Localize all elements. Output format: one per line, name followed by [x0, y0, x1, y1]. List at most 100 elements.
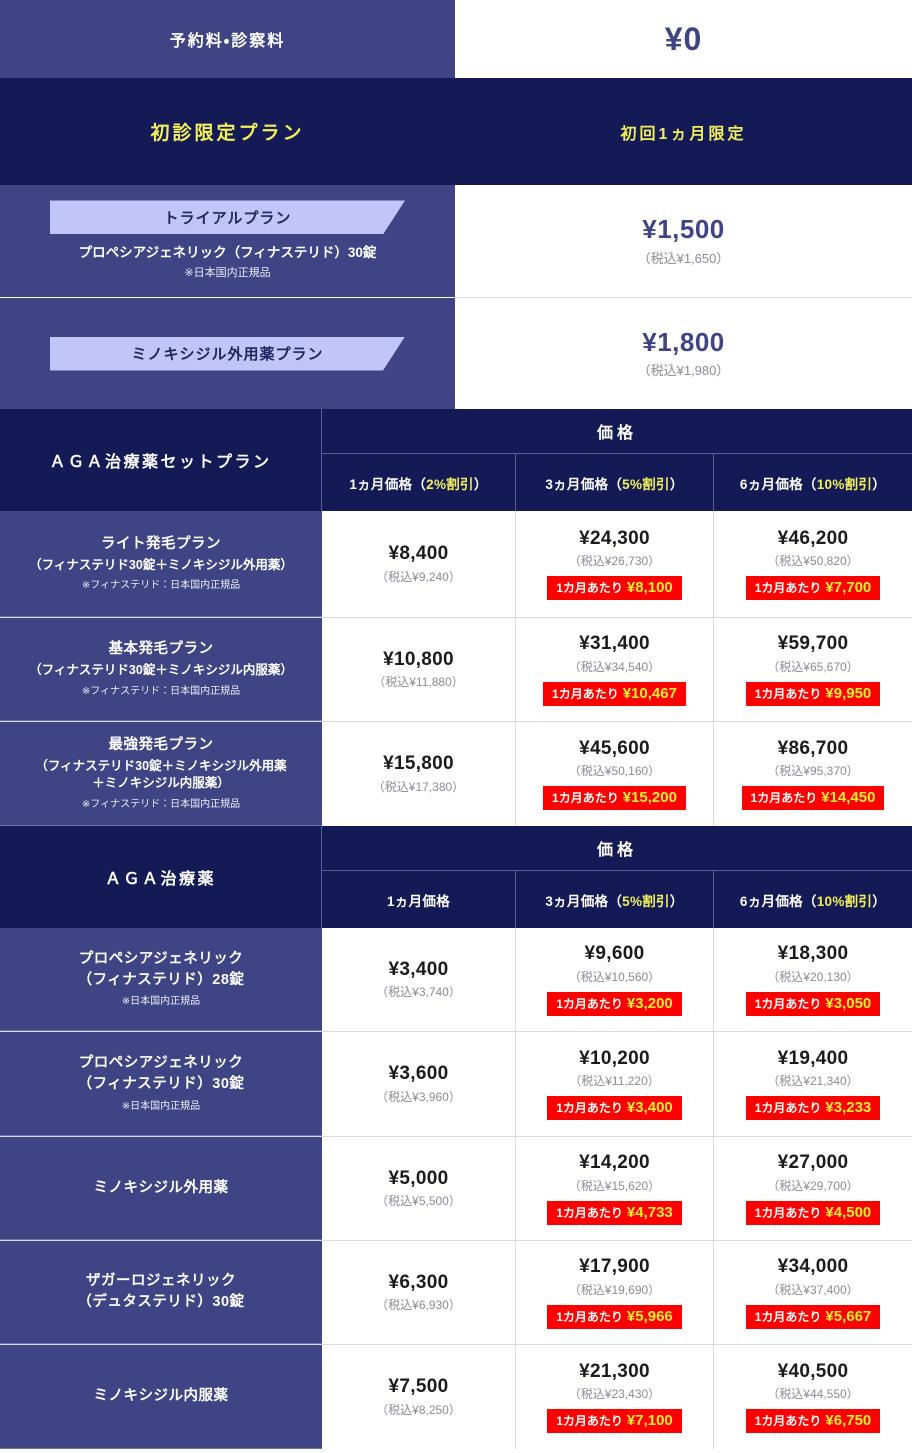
per-month-badge-value: ¥15,200 [622, 789, 677, 807]
set-plan-col-3month: 3ヵ月価格（ 5%割引） [516, 454, 714, 511]
price-cell: ¥17,900 （税込¥19,690） 1カ月あたり ¥5,966 [516, 1241, 714, 1344]
per-month-badge-label: 1カ月あたり [754, 1205, 822, 1220]
cell-price: ¥19,400 [777, 1047, 849, 1069]
cell-tax-included: （税込¥19,690） [568, 1282, 661, 1297]
table-row: ザガーロジェネリック （デュタステリド）30錠 ¥6,300 （税込¥6,930） ¥1… [0, 1241, 912, 1345]
cell-tax-included: （税込¥65,670） [767, 659, 859, 674]
set-plan-price-header-group: 価格 1ヵ月価格（ 2%割引） 3ヵ月価格（ 5%割引） 6ヵ月価格（ 10%割引） [322, 409, 912, 511]
cell-tax-included: （税込¥26,730） [568, 554, 661, 569]
set-plan-table-title: ＡＧＡ治療薬セットプラン [0, 409, 322, 511]
cell-tax-included: （税込¥50,820） [767, 554, 859, 569]
drug-col-6month-tail: ） [872, 893, 887, 909]
price-cell: ¥86,700 （税込¥95,370） 1カ月あたり ¥14,450 [714, 722, 912, 826]
minoxidil-topical-price: ¥1,800 [642, 326, 725, 357]
per-month-badge-value: ¥3,233 [825, 1099, 872, 1117]
drug-price-header-group: 価格 1ヵ月価格 3ヵ月価格（ 5%割引） 6ヵ月価格（ 10%割引） [322, 826, 912, 928]
cell-tax-included: （税込¥21,340） [767, 1074, 859, 1089]
cell-tax-included: （税込¥23,430） [568, 1387, 661, 1402]
per-month-badge-label: 1カ月あたり [750, 791, 818, 806]
per-month-badge: 1カ月あたり ¥7,100 [547, 1409, 682, 1434]
drug-col-6month-discount: 10%割引 [816, 893, 873, 909]
trial-plan-label-cell: トライアルプラン プロペシアジェネリック（フィナステリド）30錠 ※日本国内正規… [0, 185, 455, 297]
cell-price: ¥5,000 [388, 1167, 449, 1189]
table-row: ミノキシジル外用薬 ¥5,000 （税込¥5,500） ¥14,200 （税込¥15,6… [0, 1137, 912, 1241]
row-name-subtitle: （フィナステリド30錠＋ミノキシジル内服薬） [29, 663, 293, 678]
per-month-badge: 1カ月あたり ¥3,050 [745, 991, 881, 1016]
per-month-badge: 1カ月あたり ¥5,966 [547, 1304, 682, 1329]
cell-tax-included: （税込¥6,930） [376, 1298, 461, 1313]
per-month-badge-value: ¥7,700 [825, 579, 872, 597]
row-name-title: ザガーロジェネリック （デュタステリド）30錠 [77, 1273, 245, 1310]
per-month-badge: 1カ月あたり ¥14,450 [741, 786, 885, 811]
first-visit-value-header-cell: 初回1ヵ月限定 [455, 78, 912, 185]
cell-price: ¥3,600 [388, 1063, 449, 1085]
per-month-badge: 1カ月あたり ¥3,233 [745, 1096, 881, 1121]
per-month-badge: 1カ月あたり ¥8,100 [547, 576, 682, 601]
row-name-note: ※フィナステリド：日本国内正規品 [81, 580, 241, 592]
consultation-fee-label-cell: 予約料・診察料 [0, 0, 455, 78]
per-month-badge: 1カ月あたり ¥4,500 [745, 1200, 881, 1225]
per-month-badge-label: 1カ月あたり [754, 1101, 822, 1116]
per-month-badge-label: 1カ月あたり [556, 1205, 623, 1220]
row-name-cell: プロペシアジェネリック （フィナステリド）30錠 ※日本国内正規品 [0, 1032, 322, 1136]
cell-price: ¥17,900 [579, 1256, 650, 1278]
per-month-badge-label: 1カ月あたり [754, 581, 822, 596]
set-plan-column-headers: 1ヵ月価格（ 2%割引） 3ヵ月価格（ 5%割引） 6ヵ月価格（ 10%割引） [322, 454, 912, 511]
price-cell: ¥6,300 （税込¥6,930） [322, 1241, 516, 1344]
row-name-title: 最強発毛プラン [108, 737, 214, 754]
set-plan-col-1month: 1ヵ月価格（ 2%割引） [322, 454, 516, 511]
row-name-note: ※フィナステリド：日本国内正規品 [81, 798, 241, 810]
set-plan-col-6month: 6ヵ月価格（ 10%割引） [714, 454, 912, 511]
drug-table: ＡＧＡ治療薬 価格 1ヵ月価格 3ヵ月価格（ 5%割引） 6ヵ月価格（ 10%割引）… [0, 826, 912, 1449]
drug-col-3month-tail: ） [669, 893, 684, 909]
set-plan-price-header: 価格 [322, 409, 912, 454]
per-month-badge-value: ¥8,100 [626, 579, 673, 597]
price-cell: ¥19,400 （税込¥21,340） 1カ月あたり ¥3,233 [714, 1032, 912, 1136]
cell-price: ¥24,300 [579, 527, 650, 549]
per-month-badge: 1カ月あたり ¥15,200 [543, 786, 686, 811]
price-cell: ¥3,400 （税込¥3,740） [322, 928, 516, 1031]
cell-price: ¥18,300 [777, 943, 849, 965]
per-month-badge-label: 1カ月あたり [556, 996, 623, 1011]
row-name-cell: ミノキシジル内服薬 [0, 1345, 322, 1449]
table-row: プロペシアジェネリック （フィナステリド）30錠 ※日本国内正規品 ¥3,600 （税込… [0, 1032, 912, 1137]
consultation-fee-value: ¥0 [664, 20, 703, 57]
first-visit-header-row: 初診限定プラン 初回1ヵ月限定 [0, 78, 912, 185]
per-month-badge-label: 1カ月あたり [754, 1309, 822, 1324]
price-cell: ¥7,500 （税込¥8,250） [322, 1345, 516, 1449]
minoxidil-topical-label-cell: ミノキシジル外用薬プラン [0, 298, 455, 409]
per-month-badge-label: 1カ月あたり [556, 581, 623, 596]
row-name-cell: 最強発毛プラン （フィナステリド30錠＋ミノキシジル外用薬 ＋ミノキシジル内服薬） ※… [0, 722, 322, 826]
first-visit-value-header: 初回1ヵ月限定 [620, 125, 747, 143]
drug-table-body: プロペシアジェネリック （フィナステリド）28錠 ※日本国内正規品 ¥3,400 （税込… [0, 928, 912, 1449]
price-cell: ¥21,300 （税込¥23,430） 1カ月あたり ¥7,100 [516, 1345, 714, 1449]
per-month-badge-label: 1カ月あたり [552, 791, 619, 806]
row-name-subtitle: （フィナステリド30錠＋ミノキシジル外用薬） [29, 557, 293, 572]
consultation-fee-row: 予約料・診察料 ¥0 [0, 0, 912, 78]
set-plan-col-1month-tail: ） [473, 476, 488, 492]
price-cell: ¥5,000 （税込¥5,500） [322, 1137, 516, 1240]
cell-tax-included: （税込¥37,400） [767, 1282, 859, 1297]
cell-price: ¥21,300 [579, 1360, 650, 1382]
drug-table-header: ＡＧＡ治療薬 価格 1ヵ月価格 3ヵ月価格（ 5%割引） 6ヵ月価格（ 10%割引） [0, 826, 912, 928]
row-name-cell: プロペシアジェネリック （フィナステリド）28錠 ※日本国内正規品 [0, 928, 322, 1031]
drug-col-6month-label: 6ヵ月価格（ [739, 893, 817, 909]
cell-tax-included: （税込¥34,540） [568, 659, 661, 674]
price-cell: ¥8,400 （税込¥9,240） [322, 511, 516, 617]
row-name-title: ミノキシジル外用薬 [93, 1179, 229, 1196]
set-plan-table: ＡＧＡ治療薬セットプラン 価格 1ヵ月価格（ 2%割引） 3ヵ月価格（ 5%割引） … [0, 409, 912, 826]
minoxidil-topical-price-cell: ¥1,800 （税込¥1,980） [455, 298, 912, 409]
per-month-badge-value: ¥14,450 [821, 789, 876, 807]
trial-plan-note: ※日本国内正規品 [184, 267, 271, 280]
set-plan-table-body: ライト発毛プラン （フィナステリド30錠＋ミノキシジル外用薬） ※フィナステリド：日… [0, 511, 912, 826]
table-row: プロペシアジェネリック （フィナステリド）28錠 ※日本国内正規品 ¥3,400 （税込… [0, 928, 912, 1032]
cell-tax-included: （税込¥8,250） [376, 1402, 461, 1417]
drug-col-1month-label: 1ヵ月価格 [386, 893, 450, 909]
cell-tax-included: （税込¥10,560） [568, 969, 661, 984]
cell-price: ¥31,400 [579, 633, 650, 655]
per-month-badge: 1カ月あたり ¥6,750 [745, 1409, 881, 1434]
cell-price: ¥6,300 [388, 1271, 449, 1293]
cell-price: ¥59,700 [777, 633, 849, 655]
row-name-title: プロペシアジェネリック （フィナステリド）30錠 [77, 1055, 245, 1092]
cell-price: ¥27,000 [777, 1152, 849, 1174]
